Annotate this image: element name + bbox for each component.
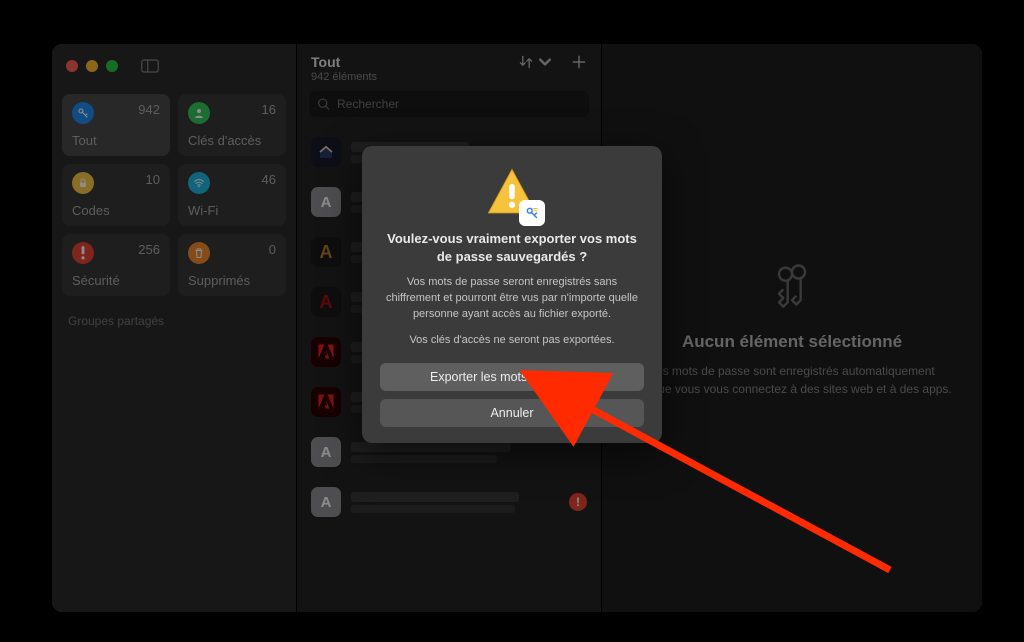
category-label: Sécurité	[72, 273, 160, 288]
titlebar	[62, 56, 286, 76]
list-item-text	[351, 442, 587, 463]
category-label: Wi-Fi	[188, 203, 276, 218]
sidebar: 942 Tout 16 Clés d'accès 10 Codes 46 Wi-Fi 256 Sé…	[52, 44, 296, 612]
category-label: Supprimés	[188, 273, 276, 288]
list-header: Tout 942 éléments	[297, 44, 601, 91]
shared-groups-label: Groupes partagés	[62, 314, 286, 328]
list-title: Tout	[311, 54, 377, 70]
category-count: 16	[262, 102, 276, 117]
traffic-lights	[66, 60, 118, 72]
wifi-icon	[188, 172, 210, 194]
dialog-body-secondary: Vos clés d'accès ne seront pas exportées…	[380, 333, 644, 349]
avatar: A	[311, 487, 341, 517]
security-warning-badge: !	[569, 493, 587, 511]
list-item-text	[351, 492, 559, 513]
search-icon	[317, 98, 330, 111]
dialog-icon	[483, 164, 541, 222]
avatar	[311, 137, 341, 167]
empty-state-heading: Aucun élément sélectionné	[632, 332, 952, 352]
avatar	[311, 387, 341, 417]
category-tout[interactable]: 942 Tout	[62, 94, 170, 156]
trash-icon	[188, 242, 210, 264]
category-label: Tout	[72, 133, 160, 148]
avatar: A	[311, 237, 341, 267]
dialog-body: Vos mots de passe seront enregistrés san…	[380, 275, 644, 323]
export-button[interactable]: Exporter les mots de passe…	[380, 363, 644, 391]
empty-state: Aucun élément sélectionné Les mots de pa…	[632, 259, 952, 398]
category-count: 10	[146, 172, 160, 187]
category-supprim-s[interactable]: 0 Supprimés	[178, 234, 286, 296]
close-window-button[interactable]	[66, 60, 78, 72]
warn-icon	[72, 242, 94, 264]
category-s-curit-[interactable]: 256 Sécurité	[62, 234, 170, 296]
list-subtitle: 942 éléments	[311, 71, 377, 83]
keys-icon	[766, 259, 818, 311]
toggle-sidebar-button[interactable]	[136, 56, 164, 76]
category-codes[interactable]: 10 Codes	[62, 164, 170, 226]
category-cl-s-d-acc-s[interactable]: 16 Clés d'accès	[178, 94, 286, 156]
sidebar-icon	[141, 59, 159, 73]
empty-state-body: Les mots de passe sont enregistrés autom…	[632, 362, 952, 398]
chevron-down-icon	[537, 54, 553, 70]
category-label: Codes	[72, 203, 160, 218]
sort-icon	[518, 54, 534, 70]
maximize-window-button[interactable]	[106, 60, 118, 72]
export-confirmation-dialog: Voulez-vous vraiment exporter vos mots d…	[362, 146, 662, 443]
dialog-title: Voulez-vous vraiment exporter vos mots d…	[380, 230, 644, 265]
category-count: 942	[138, 102, 160, 117]
key-icon	[72, 102, 94, 124]
minimize-window-button[interactable]	[86, 60, 98, 72]
plus-icon	[571, 54, 587, 70]
app-badge-icon	[519, 200, 545, 226]
category-count: 0	[269, 242, 276, 257]
category-count: 256	[138, 242, 160, 257]
add-button[interactable]	[571, 54, 587, 70]
category-label: Clés d'accès	[188, 133, 276, 148]
sort-button[interactable]	[518, 54, 553, 70]
category-count: 46	[262, 172, 276, 187]
category-wi-fi[interactable]: 46 Wi-Fi	[178, 164, 286, 226]
avatar: A	[311, 437, 341, 467]
person-icon	[188, 102, 210, 124]
lock-icon	[72, 172, 94, 194]
cancel-button[interactable]: Annuler	[380, 399, 644, 427]
list-item[interactable]: A!	[307, 477, 591, 527]
search-container	[309, 91, 589, 117]
avatar: A	[311, 287, 341, 317]
avatar: A	[311, 187, 341, 217]
category-grid: 942 Tout 16 Clés d'accès 10 Codes 46 Wi-Fi 256 Sé…	[62, 94, 286, 296]
avatar	[311, 337, 341, 367]
search-input[interactable]	[309, 91, 589, 117]
